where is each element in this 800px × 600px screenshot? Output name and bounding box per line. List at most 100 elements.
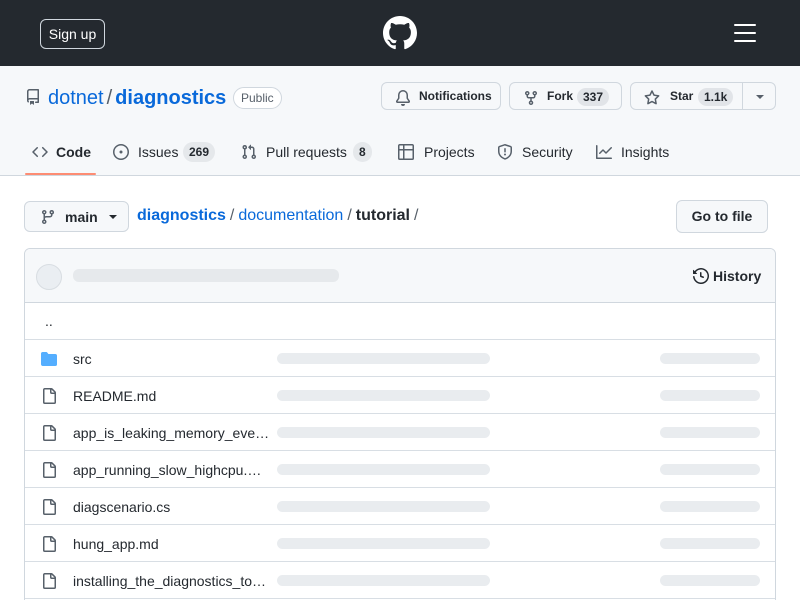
commit-message-placeholder xyxy=(277,501,490,512)
file-icon xyxy=(41,462,57,478)
fork-icon xyxy=(523,89,539,106)
pull-request-icon xyxy=(241,144,257,160)
tab-pull-requests-label: Pull requests xyxy=(266,144,347,160)
file-name-link[interactable]: installing_the_diagnostics_to… xyxy=(73,573,266,589)
breadcrumb: diagnostics / documentation / tutorial / xyxy=(137,206,422,226)
branch-name: main xyxy=(65,209,98,225)
tab-insights[interactable]: Insights xyxy=(596,136,676,176)
shield-icon xyxy=(497,144,513,160)
repo-owner-link[interactable]: dotnet xyxy=(48,87,104,109)
tab-insights-label: Insights xyxy=(621,144,670,160)
file-icon xyxy=(41,499,57,515)
avatar xyxy=(36,264,62,290)
tab-pull-requests[interactable]: Pull requests 8 xyxy=(241,136,381,176)
tab-code-label: Code xyxy=(56,144,91,160)
commit-message-placeholder xyxy=(73,269,339,282)
commit-message-placeholder xyxy=(277,390,490,401)
fork-button[interactable]: Fork 337 xyxy=(509,82,622,110)
list-item[interactable]: app_is_leaking_memory_eve… xyxy=(25,414,775,451)
star-label: Star xyxy=(670,89,694,103)
commit-date-placeholder xyxy=(660,575,760,586)
tab-code[interactable]: Code xyxy=(32,136,92,176)
active-tab-indicator xyxy=(25,173,96,175)
list-item[interactable]: installing_the_diagnostics_to… xyxy=(25,562,775,599)
bell-icon xyxy=(395,89,411,106)
file-name-link[interactable]: src xyxy=(73,351,92,367)
star-button[interactable]: Star 1.1k xyxy=(630,82,743,110)
repo-header: dotnet / diagnostics Public Notifications … xyxy=(0,66,800,176)
tab-issues[interactable]: Issues 269 xyxy=(113,136,223,176)
file-name-link[interactable]: app_running_slow_highcpu.… xyxy=(73,462,261,478)
commit-message-placeholder xyxy=(277,464,490,475)
commit-date-placeholder xyxy=(660,390,760,401)
file-name-link[interactable]: hung_app.md xyxy=(73,536,159,552)
breadcrumb-root-link[interactable]: diagnostics xyxy=(137,207,226,224)
parent-directory-link[interactable]: .. xyxy=(45,313,53,329)
list-item[interactable]: src xyxy=(25,340,775,377)
sign-up-button[interactable]: Sign up xyxy=(40,19,105,49)
tab-issues-label: Issues xyxy=(138,144,179,160)
history-icon xyxy=(693,267,710,285)
commit-message-placeholder xyxy=(277,575,490,586)
commit-date-placeholder xyxy=(660,501,760,512)
graph-icon xyxy=(596,144,612,160)
file-icon xyxy=(41,573,57,589)
commit-message-placeholder xyxy=(277,353,490,364)
issue-circle-icon xyxy=(113,144,129,160)
code-icon xyxy=(32,144,48,160)
file-icon xyxy=(41,536,57,552)
star-list-dropdown[interactable] xyxy=(742,82,776,110)
commit-message-placeholder xyxy=(277,427,490,438)
chevron-down-icon xyxy=(109,215,117,219)
star-count: 1.1k xyxy=(698,88,734,106)
branch-select-button[interactable]: main xyxy=(24,201,129,232)
file-icon xyxy=(41,388,57,404)
notifications-button[interactable]: Notifications xyxy=(381,82,501,110)
commit-date-placeholder xyxy=(660,353,760,364)
go-to-file-button[interactable]: Go to file xyxy=(676,200,768,233)
list-item[interactable]: app_running_slow_highcpu.… xyxy=(25,451,775,488)
tab-security-label: Security xyxy=(522,144,573,160)
latest-commit-row: History xyxy=(25,249,775,303)
list-item[interactable]: README.md xyxy=(25,377,775,414)
site-header: Sign up xyxy=(0,0,800,66)
commit-date-placeholder xyxy=(660,464,760,475)
file-name-link[interactable]: app_is_leaking_memory_eve… xyxy=(73,425,269,441)
file-name-link[interactable]: diagscenario.cs xyxy=(73,499,170,515)
list-item[interactable]: diagscenario.cs xyxy=(25,488,775,525)
github-logo-icon[interactable] xyxy=(383,16,417,50)
table-icon xyxy=(398,144,414,160)
breadcrumb-separator: / xyxy=(229,207,235,224)
fork-count: 337 xyxy=(577,88,610,106)
file-name-link[interactable]: README.md xyxy=(73,388,156,404)
breadcrumb-current: tutorial xyxy=(355,207,410,224)
commit-message-placeholder xyxy=(277,538,490,549)
notifications-label: Notifications xyxy=(419,89,492,103)
repo-name-link[interactable]: diagnostics xyxy=(115,87,226,109)
repo-title: dotnet / diagnostics xyxy=(48,85,226,111)
breadcrumb-separator: / xyxy=(347,207,352,224)
visibility-badge: Public xyxy=(233,87,282,109)
file-icon xyxy=(41,425,57,441)
folder-icon xyxy=(41,351,57,367)
commit-date-placeholder xyxy=(660,427,760,438)
fork-label: Fork xyxy=(547,89,574,103)
branch-icon xyxy=(40,209,56,225)
file-browser: History .. src README.md app_is_leaking_… xyxy=(24,248,776,600)
tab-projects[interactable]: Projects xyxy=(398,136,478,176)
list-item[interactable]: hung_app.md xyxy=(25,525,775,562)
hamburger-menu-icon[interactable] xyxy=(734,24,756,42)
star-icon xyxy=(644,89,660,105)
breadcrumb-separator: / xyxy=(414,207,419,224)
history-label: History xyxy=(713,268,762,284)
breadcrumb-folder-link[interactable]: documentation xyxy=(238,207,343,224)
tab-projects-label: Projects xyxy=(424,144,475,160)
repo-title-separator: / xyxy=(106,87,113,109)
tab-security[interactable]: Security xyxy=(497,136,577,176)
pull-requests-count: 8 xyxy=(353,142,372,162)
chevron-down-icon xyxy=(756,95,764,99)
parent-directory-row[interactable]: .. xyxy=(25,303,775,340)
repo-icon xyxy=(25,89,41,105)
commit-date-placeholder xyxy=(660,538,760,549)
issues-count: 269 xyxy=(183,142,216,162)
